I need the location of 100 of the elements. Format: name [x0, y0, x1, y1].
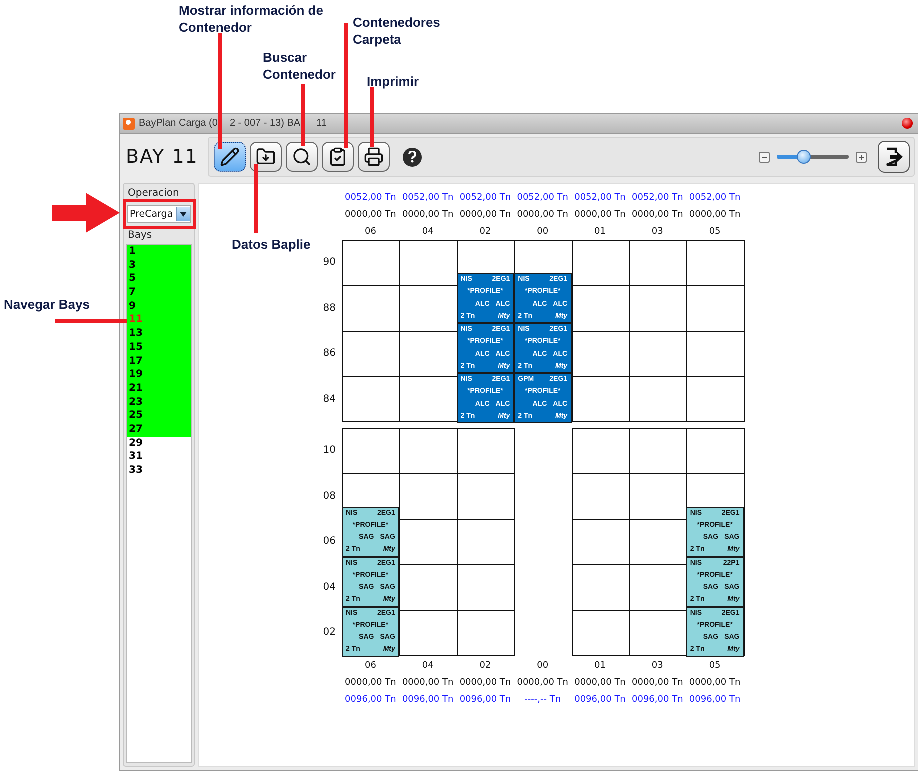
- bay-item[interactable]: 19: [127, 368, 191, 382]
- max-weight-label: 0096,00 Tn: [458, 695, 512, 705]
- row-number: 02: [478, 226, 492, 236]
- callout-label: Mostrar información de Contenedor: [179, 2, 324, 36]
- callout-label: Contenedores Carpeta: [353, 14, 442, 48]
- search-icon: [292, 147, 312, 167]
- window-title: 11: [316, 118, 327, 129]
- max-weight-label: ----,-- Tn: [524, 695, 562, 705]
- folder-download-icon: [256, 147, 276, 167]
- tier-number: 04: [322, 580, 337, 595]
- max-weight-label: 0096,00 Tn: [401, 695, 455, 705]
- max-weight-label: 0052,00 Tn: [688, 192, 742, 202]
- weight-label: 0000,00 Tn: [344, 210, 398, 220]
- row-number: 05: [708, 661, 722, 671]
- row-number: 00: [536, 226, 550, 236]
- bay-item[interactable]: 7: [127, 286, 191, 300]
- bay-item[interactable]: 25: [127, 409, 191, 423]
- tier-number: 10: [322, 444, 337, 458]
- bay-item[interactable]: 1: [127, 245, 191, 259]
- printer-icon: [364, 147, 384, 167]
- row-number: 03: [650, 661, 664, 671]
- max-weight-label: 0052,00 Tn: [516, 192, 570, 202]
- toolbar-button[interactable]: [358, 142, 390, 172]
- row-number: 06: [364, 661, 378, 671]
- exit-button[interactable]: [878, 141, 910, 173]
- max-weight-label: 0052,00 Tn: [574, 192, 627, 202]
- bay-title: BAY 11: [125, 146, 200, 168]
- dropdown-value: PreCarga: [130, 208, 174, 220]
- clipboard-check-icon: [328, 147, 348, 167]
- bay-item[interactable]: 17: [127, 354, 191, 368]
- row-number: 04: [421, 661, 435, 671]
- bay-item[interactable]: 5: [127, 272, 191, 286]
- zoom-slider[interactable]: [777, 150, 849, 164]
- pencil-icon: [220, 147, 240, 167]
- max-weight-label: 0052,00 Tn: [401, 192, 455, 202]
- bay-item[interactable]: 27: [127, 422, 191, 437]
- zoom-out-button[interactable]: [759, 152, 770, 162]
- weight-label: 0000,00 Tn: [458, 678, 512, 688]
- toolbar-button[interactable]: [322, 142, 354, 172]
- operation-dropdown[interactable]: PreCarga: [127, 205, 191, 223]
- weight-label: 0000,00 Tn: [574, 678, 627, 688]
- weight-label: 0000,00 Tn: [458, 210, 512, 220]
- row-number: 06: [364, 226, 378, 236]
- weight-label: 0000,00 Tn: [688, 210, 742, 220]
- weight-label: 0000,00 Tn: [688, 678, 742, 688]
- pointer-arrow-icon: [52, 193, 120, 233]
- row-number: 03: [650, 226, 664, 236]
- zoom-in-button[interactable]: [856, 152, 867, 162]
- tier-number: 84: [322, 392, 337, 407]
- max-weight-label: 0096,00 Tn: [574, 695, 627, 705]
- window-title: 2 - 007 - 13) BA: [230, 118, 301, 129]
- bay-item[interactable]: 21: [127, 382, 191, 396]
- tier-number: 90: [322, 256, 337, 270]
- weight-label: 0000,00 Tn: [631, 210, 684, 220]
- weight-label: 0000,00 Tn: [516, 210, 570, 220]
- tier-number: 88: [322, 302, 337, 316]
- plus-icon: [858, 154, 865, 160]
- help-button[interactable]: [403, 148, 422, 166]
- weight-label: 0000,00 Tn: [574, 210, 627, 220]
- callout-label: Navegar Bays: [4, 296, 90, 313]
- weight-label: 0000,00 Tn: [401, 678, 455, 688]
- row-number: 00: [536, 661, 550, 671]
- row-number: 02: [478, 661, 492, 671]
- row-number: 01: [594, 226, 607, 236]
- row-number: 04: [421, 226, 435, 236]
- toolbar-button[interactable]: [214, 142, 246, 172]
- toolbar-button[interactable]: [286, 142, 318, 172]
- row-number: 05: [708, 226, 722, 236]
- bay-item[interactable]: 9: [127, 300, 191, 314]
- tier-number: 86: [322, 347, 337, 362]
- callout-label: Buscar Contenedor: [263, 49, 337, 83]
- bay-item[interactable]: 23: [127, 396, 191, 410]
- weight-label: 0000,00 Tn: [516, 678, 570, 688]
- max-weight-label: 0096,00 Tn: [631, 695, 684, 705]
- bay-item[interactable]: 13: [127, 327, 191, 341]
- callout-label: Imprimir: [367, 73, 420, 90]
- close-button[interactable]: [902, 118, 913, 129]
- weight-label: 0000,00 Tn: [631, 678, 684, 688]
- app-icon: [123, 118, 135, 130]
- row-number: 01: [594, 661, 607, 671]
- callout-label: Datos Baplie: [232, 236, 311, 253]
- max-weight-label: 0052,00 Tn: [631, 192, 684, 202]
- max-weight-label: 0096,00 Tn: [344, 695, 398, 705]
- max-weight-label: 0096,00 Tn: [688, 695, 742, 705]
- tier-number: 02: [322, 626, 337, 640]
- weight-label: 0000,00 Tn: [344, 678, 398, 688]
- max-weight-label: 0052,00 Tn: [344, 192, 398, 202]
- window-title: BayPlan Carga (0: [139, 118, 218, 129]
- weight-label: 0000,00 Tn: [401, 210, 455, 220]
- question-icon: [408, 151, 417, 163]
- field-label: Bays: [127, 230, 154, 241]
- bay-item[interactable]: 15: [127, 340, 191, 354]
- field-label: Operacion: [127, 188, 180, 199]
- bay-item[interactable]: 3: [127, 258, 191, 272]
- toolbar-button[interactable]: [250, 142, 282, 172]
- tier-number: 06: [322, 535, 337, 550]
- slider-thumb[interactable]: [797, 150, 812, 164]
- exit-arrow-icon: [884, 147, 904, 167]
- max-weight-label: 0052,00 Tn: [458, 192, 512, 202]
- tier-number: 08: [322, 490, 337, 504]
